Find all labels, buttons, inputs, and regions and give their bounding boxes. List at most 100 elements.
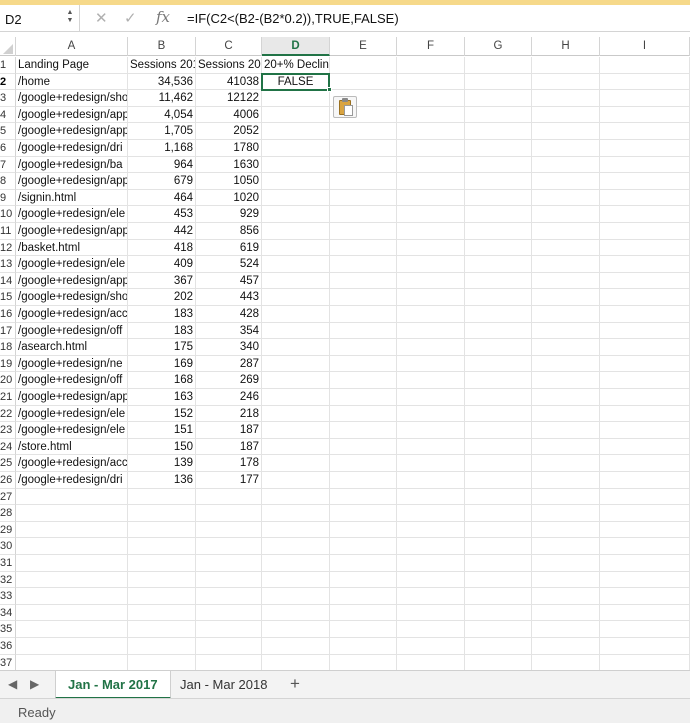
cell-a[interactable]: /google+redesign/off	[16, 372, 128, 389]
cell-i[interactable]	[600, 355, 690, 373]
cell-b[interactable]: 168	[128, 372, 196, 389]
sheet-tab-jan-mar-2018[interactable]: Jan - Mar 2018	[168, 671, 279, 699]
cell-f[interactable]	[397, 73, 465, 91]
cell-b[interactable]: 453	[128, 206, 196, 223]
cell-e[interactable]	[330, 472, 397, 489]
cell-d[interactable]	[262, 189, 330, 207]
cell-a[interactable]: /google+redesign/app	[16, 173, 128, 190]
cell-c[interactable]: 187	[196, 438, 262, 456]
cell-b[interactable]	[128, 571, 196, 589]
cell-c[interactable]: 4006	[196, 106, 262, 124]
cell-a[interactable]: /google+redesign/sho	[16, 289, 128, 306]
cell-a[interactable]	[16, 621, 128, 638]
cell-a[interactable]: /google+redesign/app	[16, 389, 128, 406]
formula-input[interactable]: =IF(C2<(B2-(B2*0.2)),TRUE,FALSE)	[187, 11, 399, 26]
cell-i[interactable]	[600, 571, 690, 589]
cell-f[interactable]	[397, 223, 465, 240]
check-icon[interactable]: ✓	[124, 9, 137, 27]
cell-h[interactable]	[532, 140, 600, 157]
cell-d[interactable]	[262, 339, 330, 356]
cell-e[interactable]	[330, 189, 397, 207]
cell-h[interactable]	[532, 355, 600, 373]
cell-b[interactable]: Sessions 201	[128, 57, 196, 74]
cell-i[interactable]	[600, 223, 690, 240]
cell-h[interactable]	[532, 256, 600, 273]
cell-f[interactable]	[397, 638, 465, 655]
cell-d[interactable]	[262, 455, 330, 472]
cell-h[interactable]	[532, 223, 600, 240]
cell-g[interactable]	[465, 521, 532, 539]
row-header[interactable]: 17	[0, 322, 16, 340]
cell-g[interactable]	[465, 438, 532, 456]
cell-h[interactable]	[532, 488, 600, 506]
cell-d[interactable]	[262, 173, 330, 190]
cell-h[interactable]	[532, 555, 600, 572]
cell-g[interactable]	[465, 389, 532, 406]
row-header[interactable]: 20	[0, 372, 16, 389]
cell-e[interactable]	[330, 206, 397, 223]
row-header[interactable]: 8	[0, 173, 16, 190]
cell-g[interactable]	[465, 239, 532, 257]
sheet-tab-jan-mar-2017[interactable]: Jan - Mar 2017	[55, 671, 171, 699]
cell-i[interactable]	[600, 322, 690, 340]
cell-d[interactable]	[262, 555, 330, 572]
cell-f[interactable]	[397, 405, 465, 423]
cell-b[interactable]: 175	[128, 339, 196, 356]
cell-b[interactable]: 150	[128, 438, 196, 456]
cell-f[interactable]	[397, 306, 465, 323]
cell-d[interactable]	[262, 389, 330, 406]
cell-h[interactable]	[532, 405, 600, 423]
cell-e[interactable]	[330, 455, 397, 472]
cell-c[interactable]: 246	[196, 389, 262, 406]
cell-f[interactable]	[397, 389, 465, 406]
cell-e[interactable]	[330, 223, 397, 240]
row-header[interactable]: 12	[0, 239, 16, 257]
cell-f[interactable]	[397, 106, 465, 124]
cell-i[interactable]	[600, 289, 690, 306]
cell-c[interactable]	[196, 538, 262, 555]
cell-c[interactable]	[196, 488, 262, 506]
cell-h[interactable]	[532, 322, 600, 340]
cell-i[interactable]	[600, 173, 690, 190]
cell-i[interactable]	[600, 438, 690, 456]
cell-c[interactable]	[196, 555, 262, 572]
cell-g[interactable]	[465, 355, 532, 373]
cell-a[interactable]: /google+redesign/ba	[16, 156, 128, 174]
cell-a[interactable]: /google+redesign/ele	[16, 422, 128, 439]
row-header[interactable]: 7	[0, 156, 16, 174]
row-header[interactable]: 29	[0, 521, 16, 539]
cell-e[interactable]	[330, 372, 397, 389]
cell-h[interactable]	[532, 306, 600, 323]
cell-c[interactable]: 354	[196, 322, 262, 340]
cell-d[interactable]	[262, 156, 330, 174]
cell-g[interactable]	[465, 223, 532, 240]
cell-g[interactable]	[465, 538, 532, 555]
cell-i[interactable]	[600, 372, 690, 389]
cell-b[interactable]: 136	[128, 472, 196, 489]
cell-a[interactable]: /google+redesign/app	[16, 123, 128, 140]
cell-i[interactable]	[600, 57, 690, 74]
cell-c[interactable]: 619	[196, 239, 262, 257]
cell-i[interactable]	[600, 538, 690, 555]
cell-g[interactable]	[465, 455, 532, 472]
cell-a[interactable]	[16, 638, 128, 655]
row-header[interactable]: 26	[0, 472, 16, 489]
cell-d[interactable]	[262, 538, 330, 555]
cell-h[interactable]	[532, 604, 600, 622]
cell-e[interactable]	[330, 289, 397, 306]
row-header[interactable]: 33	[0, 588, 16, 605]
cell-f[interactable]	[397, 272, 465, 290]
cell-h[interactable]	[532, 638, 600, 655]
cell-f[interactable]	[397, 654, 465, 672]
cell-e[interactable]	[330, 239, 397, 257]
paste-options-icon[interactable]	[333, 96, 357, 118]
row-header[interactable]: 5	[0, 123, 16, 140]
cell-c[interactable]: 524	[196, 256, 262, 273]
cell-e[interactable]	[330, 588, 397, 605]
cell-e[interactable]	[330, 355, 397, 373]
row-header[interactable]: 31	[0, 555, 16, 572]
cell-a[interactable]: Landing Page	[16, 57, 128, 74]
cell-d[interactable]: FALSE	[262, 73, 330, 91]
cell-h[interactable]	[532, 57, 600, 74]
select-all-corner[interactable]	[0, 37, 16, 56]
